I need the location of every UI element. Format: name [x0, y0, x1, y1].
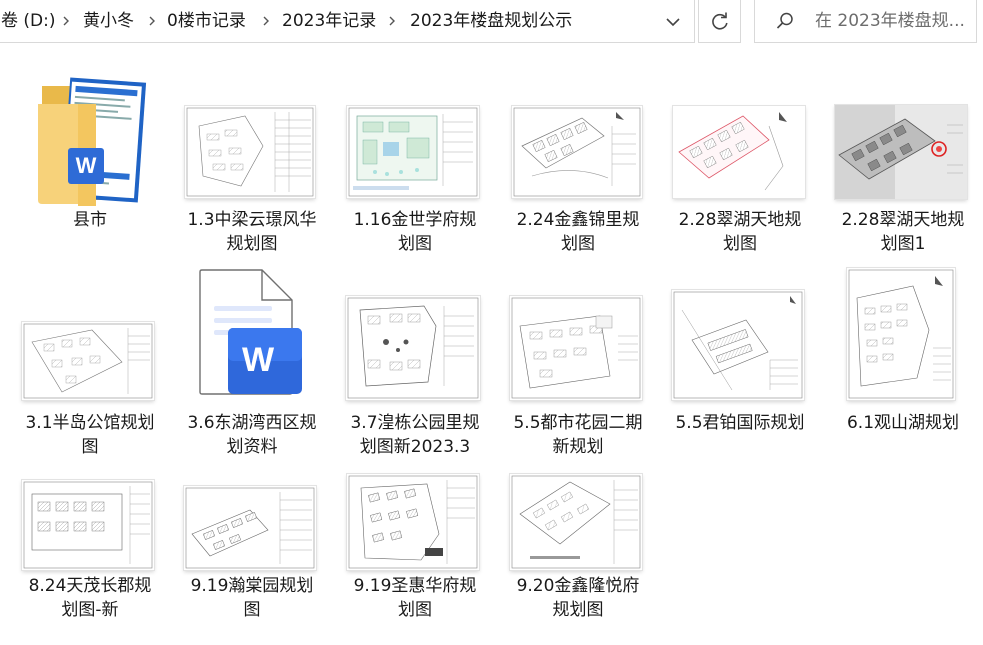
address-bar-area: 卷 (D:) 黄小冬 0楼市记录 2023年记录 2023年楼盘规划公示 在 2…	[0, 0, 983, 44]
file-name-line: 划图1	[880, 234, 926, 254]
file-item[interactable]: 3.7湟栋公园里规 划图新2023.3	[333, 268, 493, 468]
breadcrumb[interactable]: 卷 (D:) 黄小冬 0楼市记录 2023年记录 2023年楼盘规划公示	[0, 0, 695, 43]
file-name-line: 2.28翠湖天地规	[678, 210, 802, 230]
file-item[interactable]: 1.16金世学府规 划图	[333, 68, 493, 254]
file-name[interactable]: 1.3中梁云璟风华 规划图	[170, 208, 334, 256]
file-name-line: 规划图	[226, 234, 278, 254]
file-name[interactable]: 5.5都市花园二期 新规划	[496, 411, 660, 459]
file-name[interactable]: 2.24金鑫锦里规 划图	[496, 208, 660, 256]
chevron-right-icon[interactable]	[61, 11, 71, 31]
search-input[interactable]: 在 2023年楼盘规...	[754, 0, 977, 43]
folder-icon: W	[38, 74, 148, 206]
plan-thumbnail	[347, 474, 479, 570]
file-name-line: 划图	[398, 600, 432, 620]
word-badge: W	[242, 341, 275, 379]
breadcrumb-user[interactable]: 黄小冬	[83, 10, 134, 32]
file-name-line: 划资料	[226, 437, 278, 457]
plan-thumbnail	[847, 268, 955, 400]
file-name-line: 3.7湟栋公园里规	[350, 413, 480, 433]
file-name[interactable]: 2.28翠湖天地规 划图	[658, 208, 822, 256]
file-item[interactable]: 3.1半岛公馆规划 图	[8, 268, 168, 468]
file-name-line: 1.3中梁云璟风华	[187, 210, 317, 230]
file-name-line: 3.1半岛公馆规划	[25, 413, 155, 433]
plan-thumbnail	[22, 322, 154, 400]
word-document-icon: W	[194, 268, 306, 398]
chevron-right-icon[interactable]	[387, 11, 397, 31]
file-name-line: 划图新2023.3	[359, 437, 471, 457]
file-name-line: 3.6东湖湾西区规	[187, 413, 317, 433]
chevron-down-icon[interactable]	[661, 11, 685, 33]
file-name-line: 新规划	[552, 437, 604, 457]
file-name[interactable]: 6.1观山湖规划	[821, 411, 983, 435]
breadcrumb-current[interactable]: 2023年楼盘规划公示	[410, 10, 572, 32]
file-name[interactable]: 县市	[8, 208, 172, 232]
word-badge: W	[76, 153, 97, 178]
breadcrumb-year[interactable]: 2023年记录	[282, 10, 376, 32]
file-item[interactable]: W 县市	[8, 68, 168, 248]
file-name[interactable]: 9.20金鑫隆悦府 规划图	[496, 574, 660, 622]
chevron-right-icon[interactable]	[147, 11, 157, 31]
file-name[interactable]: 9.19圣惠华府规 划图	[333, 574, 497, 622]
plan-thumbnail	[346, 296, 480, 400]
plan-thumbnail	[510, 474, 642, 570]
file-name-line: 2.24金鑫锦里规	[516, 210, 640, 230]
file-item[interactable]: 2.28翠湖天地规 划图	[658, 68, 818, 254]
file-item[interactable]: 2.28翠湖天地规 划图1	[821, 68, 981, 254]
file-name-line: 划图-新	[61, 600, 119, 620]
plan-thumbnail	[510, 296, 642, 400]
plan-thumbnail	[512, 106, 642, 198]
file-name-line: 9.19瀚棠园规划	[190, 576, 314, 596]
file-name-line: 1.16金世学府规	[353, 210, 477, 230]
file-name-line: 县市	[73, 210, 107, 230]
file-name[interactable]: 3.1半岛公馆规划 图	[8, 411, 172, 459]
plan-thumbnail	[185, 106, 315, 198]
search-icon	[775, 11, 795, 31]
file-name[interactable]: 3.7湟栋公园里规 划图新2023.3	[333, 411, 497, 459]
file-name-line: 图	[243, 600, 261, 620]
file-item[interactable]: 5.5都市花园二期 新规划	[496, 268, 656, 468]
plan-thumbnail	[22, 480, 154, 570]
file-name-line: 划图	[561, 234, 595, 254]
file-name-line: 2.28翠湖天地规	[841, 210, 965, 230]
plan-thumbnail	[347, 106, 479, 198]
breadcrumb-drive[interactable]: 卷 (D:)	[1, 10, 56, 32]
file-item[interactable]: 8.24天茂长郡规 划图-新	[8, 470, 168, 645]
file-name-line: 6.1观山湖规划	[846, 413, 960, 433]
file-item[interactable]: 9.19瀚棠园规划 图	[170, 470, 330, 645]
refresh-icon	[712, 12, 728, 30]
file-name[interactable]: 1.16金世学府规 划图	[333, 208, 497, 256]
file-item[interactable]: 6.1观山湖规划	[821, 268, 981, 468]
file-item[interactable]: 9.19圣惠华府规 划图	[333, 470, 493, 645]
file-name-line: 9.20金鑫隆悦府	[516, 576, 640, 596]
file-name[interactable]: 3.6东湖湾西区规 划资料	[170, 411, 334, 459]
breadcrumb-records[interactable]: 0楼市记录	[167, 10, 246, 32]
file-item[interactable]: 5.5君铂国际规划	[658, 268, 818, 468]
file-item[interactable]: 2.24金鑫锦里规 划图	[496, 68, 656, 254]
file-name-line: 5.5君铂国际规划	[675, 413, 805, 433]
file-name-line: 图	[81, 437, 99, 457]
file-name[interactable]: 5.5君铂国际规划	[658, 411, 822, 435]
photo-thumbnail	[835, 105, 967, 199]
file-name-line: 8.24天茂长郡规	[28, 576, 152, 596]
file-name[interactable]: 8.24天茂长郡规 划图-新	[8, 574, 172, 622]
search-placeholder: 在 2023年楼盘规...	[815, 11, 965, 31]
file-name-line: 划图	[398, 234, 432, 254]
file-name[interactable]: 9.19瀚棠园规划 图	[170, 574, 334, 622]
plan-thumbnail	[184, 486, 316, 570]
file-item[interactable]: W 3.6东湖湾西区规 划资料	[170, 268, 330, 468]
file-item[interactable]: 9.20金鑫隆悦府 规划图	[496, 470, 656, 645]
plan-thumbnail	[673, 106, 805, 198]
refresh-button[interactable]	[698, 0, 741, 43]
plan-thumbnail	[672, 290, 804, 400]
file-name-line: 9.19圣惠华府规	[353, 576, 477, 596]
file-name[interactable]: 2.28翠湖天地规 划图1	[821, 208, 983, 256]
file-name-line: 划图	[723, 234, 757, 254]
chevron-right-icon[interactable]	[261, 11, 271, 31]
file-name-line: 规划图	[552, 600, 604, 620]
file-name-line: 5.5都市花园二期	[513, 413, 643, 433]
file-item[interactable]: 1.3中梁云璟风华 规划图	[170, 68, 330, 254]
